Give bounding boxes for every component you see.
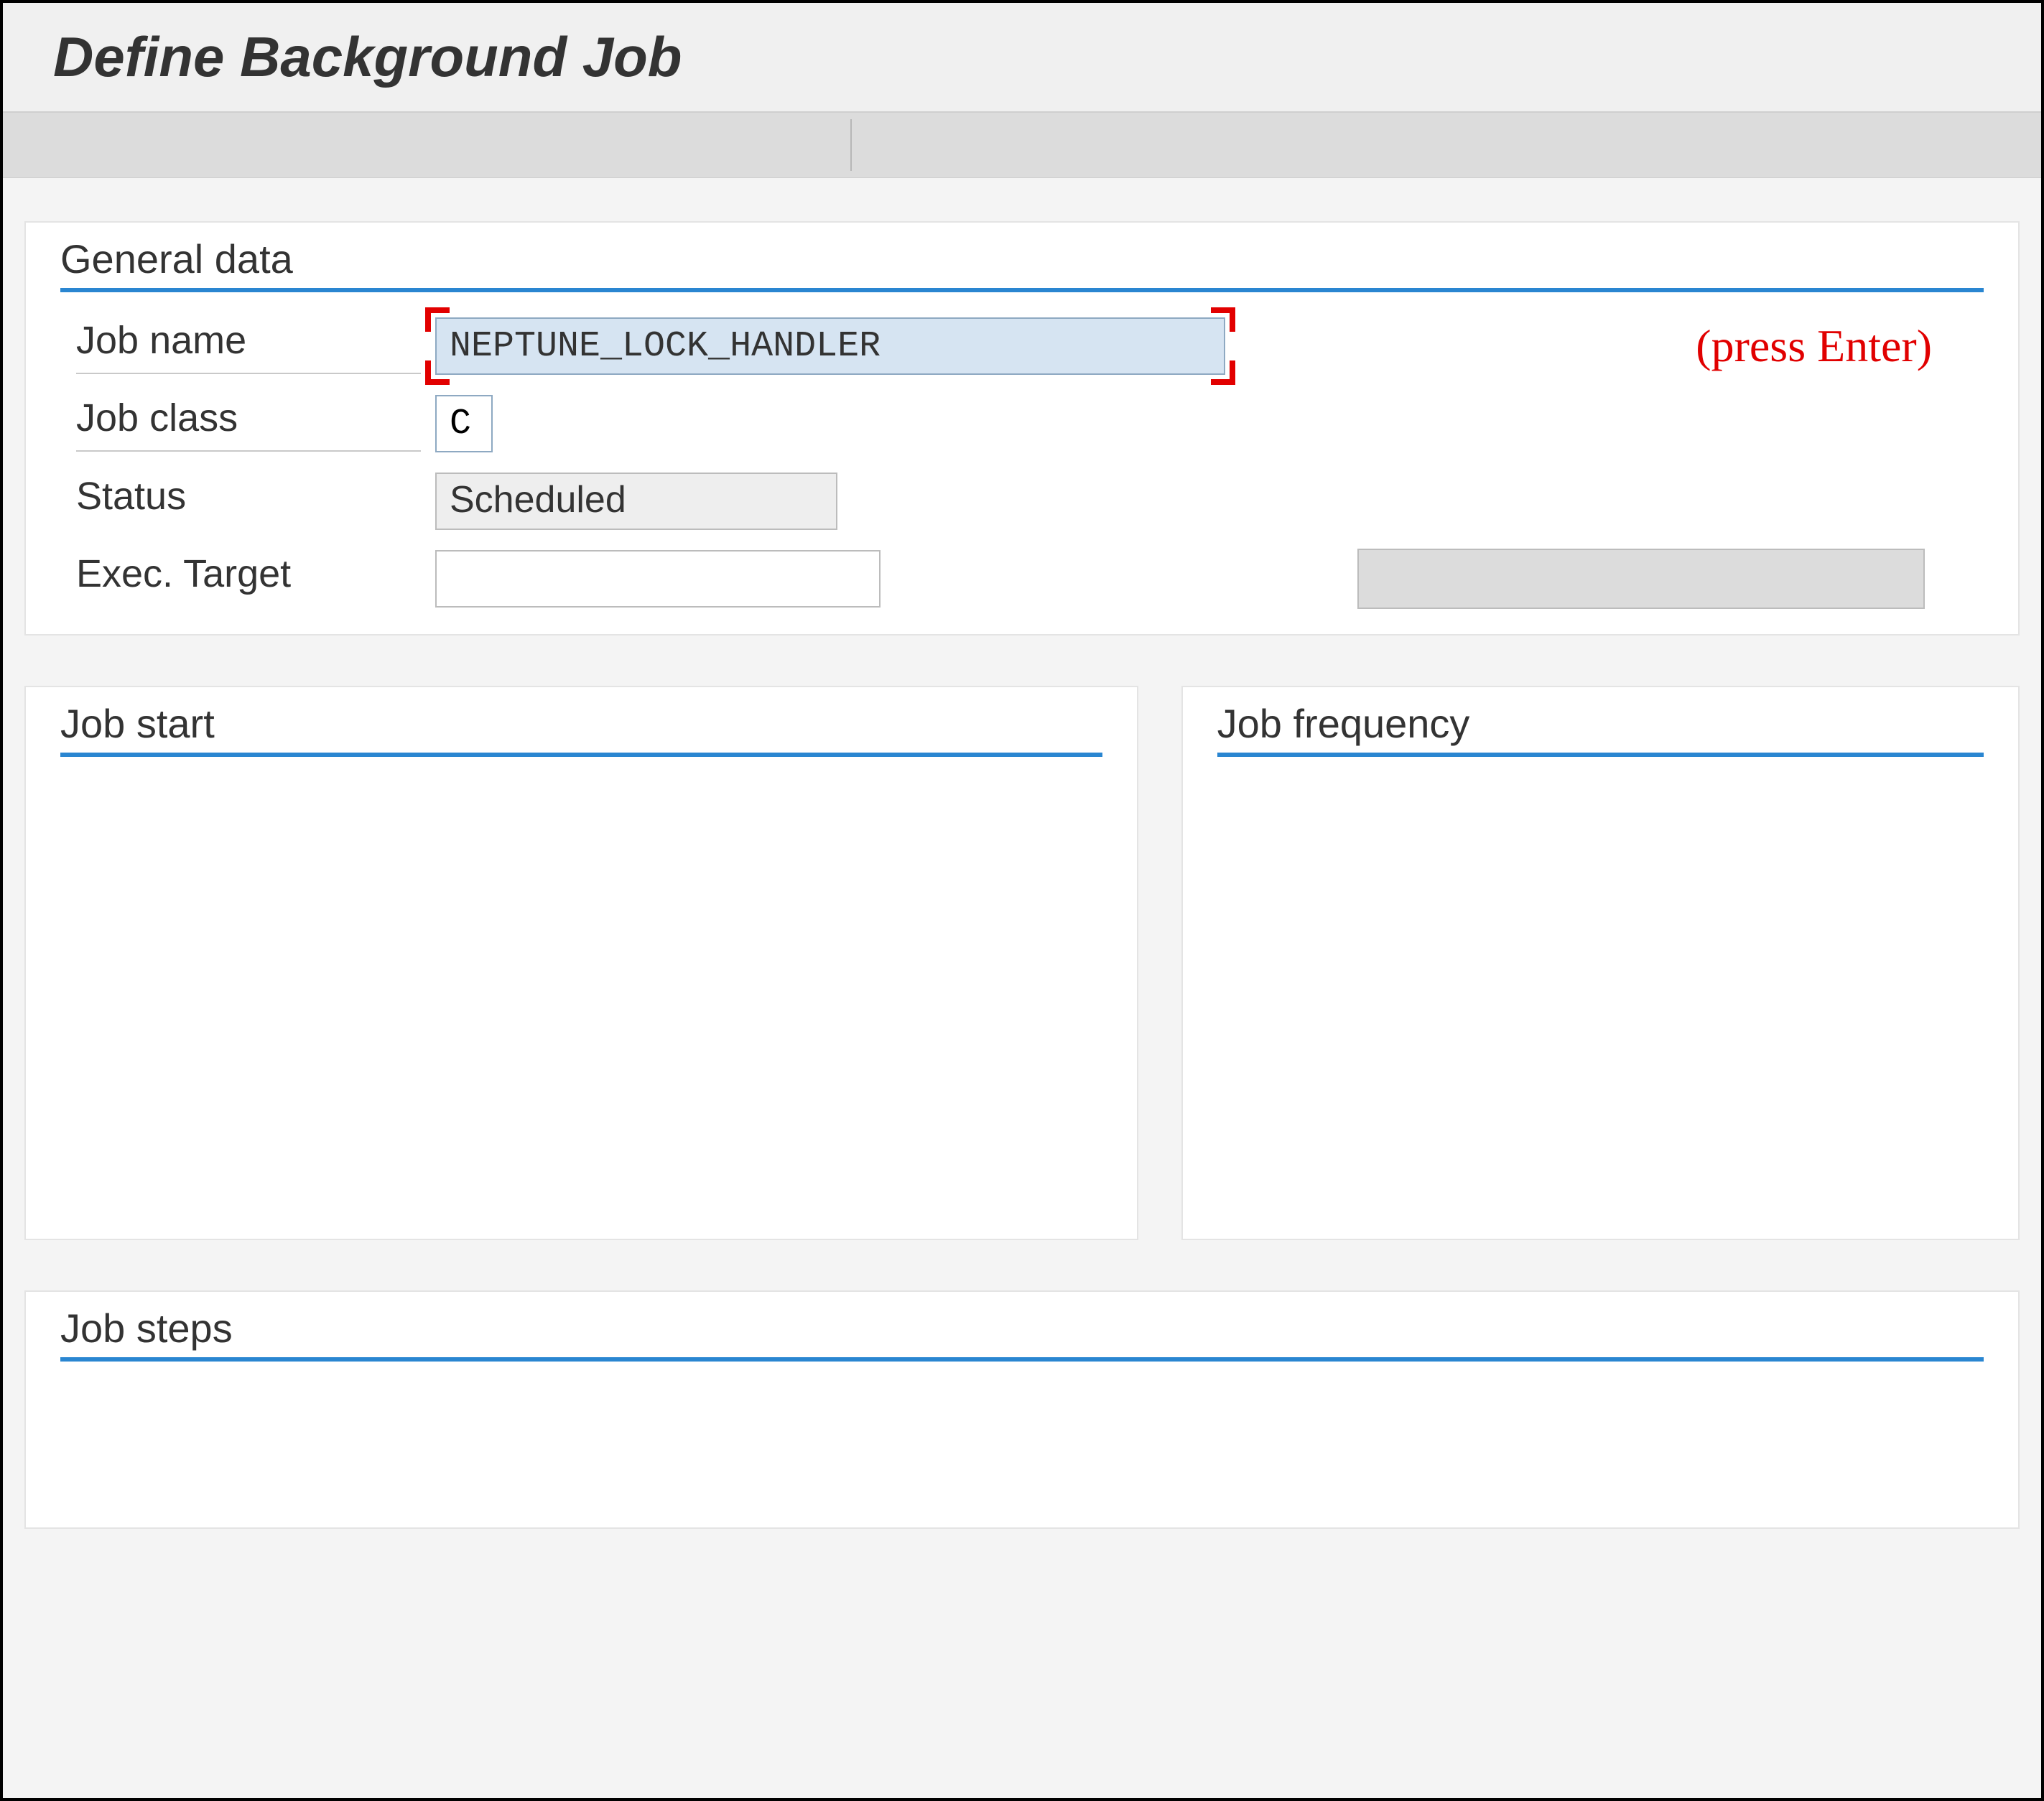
toolbar-button-1[interactable] [46, 123, 161, 167]
spool-list-recipient-button[interactable] [1357, 549, 1925, 609]
panel-divider [1217, 753, 1984, 757]
row-exec-target: Exec. Target [76, 545, 1997, 613]
panel-general-data: General data Job name (press Enter) Job … [24, 221, 2020, 636]
title-bar: Define Background Job [3, 3, 2041, 113]
status-display: Scheduled [435, 473, 837, 530]
highlight-bracket-tl [425, 307, 450, 332]
toolbar-button-2[interactable] [226, 123, 340, 167]
panel-job-steps: Job steps [24, 1290, 2020, 1529]
label-job-name: Job name [76, 318, 421, 374]
job-class-input[interactable] [435, 395, 493, 452]
application-toolbar [3, 113, 2041, 178]
row-job-name: Job name (press Enter) [76, 312, 1997, 380]
toolbar-button-3[interactable] [916, 123, 1031, 167]
label-job-class: Job class [76, 396, 421, 452]
job-name-input[interactable] [435, 317, 1225, 375]
panel-divider [60, 753, 1102, 757]
panel-divider [60, 288, 1984, 292]
label-exec-target: Exec. Target [76, 552, 421, 606]
toolbar-divider [850, 119, 852, 171]
label-status: Status [76, 474, 421, 529]
panel-general-data-title: General data [60, 236, 1997, 282]
panel-divider [60, 1357, 1984, 1362]
panel-job-start-title: Job start [60, 700, 1115, 747]
exec-target-input[interactable] [435, 550, 881, 608]
row-job-class: Job class [76, 390, 1997, 457]
press-enter-hint: (press Enter) [1696, 320, 1932, 373]
toolbar-button-6[interactable] [1455, 123, 1570, 167]
toolbar-button-5[interactable] [1276, 123, 1390, 167]
highlight-bracket-tr [1211, 307, 1235, 332]
panel-job-frequency-title: Job frequency [1217, 700, 1997, 747]
panel-job-steps-title: Job steps [60, 1305, 1997, 1351]
page-title: Define Background Job [53, 24, 1998, 90]
panel-job-start: Job start [24, 686, 1138, 1240]
row-status: Status Scheduled [76, 467, 1997, 535]
panel-job-frequency: Job frequency [1181, 686, 2020, 1240]
toolbar-button-7[interactable] [1635, 123, 1750, 167]
highlight-bracket-br [1211, 360, 1235, 385]
job-name-input-wrap [435, 317, 1225, 375]
toolbar-button-4[interactable] [1096, 123, 1211, 167]
highlight-bracket-bl [425, 360, 450, 385]
